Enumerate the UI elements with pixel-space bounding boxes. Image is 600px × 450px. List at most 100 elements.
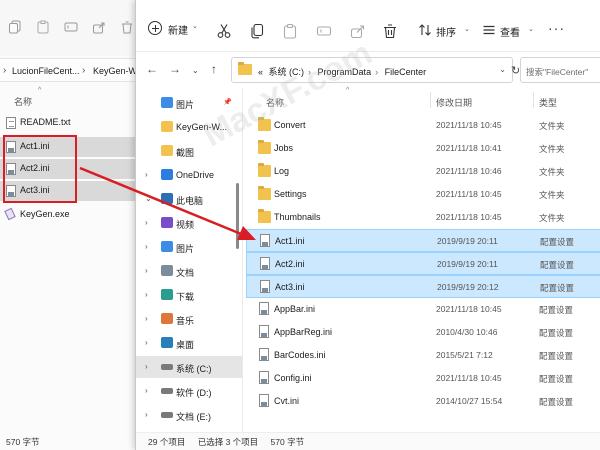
file-name: Log	[274, 166, 290, 176]
ini-file-icon	[259, 394, 269, 407]
file-name: Cvt.ini	[274, 396, 300, 406]
more-options-icon[interactable]: ···	[548, 20, 565, 36]
file-row[interactable]: BarCodes.ini 2015/5/21 7:12 配置设置	[246, 344, 600, 367]
file-modified-date: 2010/4/30 10:46	[436, 327, 498, 337]
sort-label: 排序	[436, 28, 456, 39]
column-header-name[interactable]: 名称	[14, 95, 32, 108]
file-modified-date: 2021/11/18 10:45	[436, 304, 502, 314]
back-arrow-icon[interactable]: ←	[146, 62, 158, 76]
chevron-down-icon[interactable]: ⌄	[145, 194, 152, 203]
chevron-right-icon[interactable]: ›	[145, 362, 148, 371]
file-row[interactable]: AppBarReg.ini 2010/4/30 10:46 配置设置	[246, 321, 600, 344]
file-row[interactable]: Log 2021/11/18 10:46 文件夹	[246, 160, 600, 183]
file-name: Thumbnails	[274, 212, 321, 222]
refresh-icon[interactable]: ↻	[511, 64, 520, 77]
pictures-icon	[161, 97, 173, 108]
file-row[interactable]: Act2.ini 2019/9/19 20:11 配置设置	[246, 252, 600, 275]
chevron-right-icon: ›	[82, 65, 86, 76]
nav-item[interactable]: › OneDrive	[136, 164, 242, 186]
chevron-right-icon[interactable]: ›	[145, 410, 148, 419]
nav-item[interactable]: › 图片	[136, 236, 242, 258]
nav-item[interactable]: › 桌面	[136, 332, 242, 354]
column-divider[interactable]	[533, 92, 534, 108]
chevron-right-icon[interactable]: ›	[145, 170, 148, 179]
file-name: BarCodes.ini	[274, 350, 326, 360]
file-row[interactable]: AppBar.ini 2021/11/18 10:45 配置设置	[246, 298, 600, 321]
column-header-type[interactable]: 类型	[539, 96, 557, 109]
copy-icon[interactable]	[249, 23, 265, 39]
nav-item[interactable]: › 文档 (E:)	[136, 404, 242, 426]
cloud-icon	[161, 169, 173, 180]
nav-item[interactable]: › 下载	[136, 284, 242, 306]
paste-icon[interactable]	[282, 23, 298, 39]
column-header-modified[interactable]: 修改日期	[436, 96, 472, 109]
folder-icon	[258, 186, 271, 200]
file-name: Act1.ini	[275, 236, 305, 246]
recent-chevron-icon[interactable]: ⌄	[192, 66, 199, 75]
executable-icon	[4, 207, 16, 221]
file-row[interactable]: Settings 2021/11/18 10:45 文件夹	[246, 183, 600, 206]
file-name: KeyGen.exe	[20, 209, 70, 219]
column-divider[interactable]	[430, 92, 431, 108]
search-input[interactable]: 搜索"FileCenter"	[520, 57, 600, 83]
chevron-right-icon[interactable]: ›	[145, 266, 148, 275]
cut-icon[interactable]	[216, 23, 232, 39]
file-row[interactable]: Act3.ini 2019/9/19 20:12 配置设置	[246, 275, 600, 298]
forward-arrow-icon[interactable]: →	[169, 62, 181, 76]
chevron-right-icon[interactable]: ›	[145, 314, 148, 323]
ini-file-icon	[259, 302, 269, 315]
file-type: 配置设置	[539, 328, 574, 338]
file-row[interactable]: Convert 2021/11/18 10:45 文件夹	[246, 114, 600, 137]
nav-item[interactable]: › 系统 (C:)	[136, 356, 242, 378]
file-row[interactable]: Cvt.ini 2014/10/27 15:54 配置设置	[246, 390, 600, 413]
nav-item-label: 桌面	[176, 340, 195, 350]
paste-icon[interactable]	[36, 20, 50, 34]
file-type: 文件夹	[539, 121, 565, 131]
view-icon	[482, 23, 496, 37]
chevron-right-icon[interactable]: ›	[145, 242, 148, 251]
file-name: Convert	[274, 120, 306, 130]
file-row[interactable]: Thumbnails 2021/11/18 10:45 文件夹	[246, 206, 600, 229]
folder-icon	[161, 145, 173, 156]
rename-icon[interactable]	[64, 20, 78, 34]
file-item-keygen[interactable]: KeyGen.exe	[0, 205, 149, 225]
breadcrumb-filecenter[interactable]: FileCenter	[385, 67, 427, 77]
breadcrumb-item[interactable]: LucionFileCent...	[12, 66, 80, 76]
chevron-right-icon[interactable]: ›	[145, 218, 148, 227]
ini-file-icon	[260, 257, 270, 270]
chevron-right-icon[interactable]: ›	[145, 386, 148, 395]
ini-file-icon	[259, 348, 269, 361]
nav-scrollbar[interactable]	[236, 183, 239, 249]
nav-item[interactable]: › 音乐	[136, 308, 242, 330]
nav-item[interactable]: › 软件 (D:)	[136, 380, 242, 402]
file-type: 文件夹	[539, 167, 565, 177]
chevron-right-icon[interactable]: ›	[145, 338, 148, 347]
nav-item[interactable]: › 视频	[136, 212, 242, 234]
new-button-label: 新建	[168, 26, 188, 37]
file-row[interactable]: Config.ini 2021/11/18 10:45 配置设置	[246, 367, 600, 390]
file-row[interactable]: Act1.ini 2019/9/19 20:11 配置设置	[246, 229, 600, 252]
nav-item-label: 文档	[176, 268, 195, 278]
up-arrow-icon[interactable]: ↑	[211, 62, 217, 76]
trash-icon[interactable]	[382, 23, 398, 39]
rename-icon[interactable]	[316, 23, 332, 39]
copy-icon[interactable]	[8, 20, 22, 34]
chevron-right-icon[interactable]: ›	[145, 290, 148, 299]
breadcrumb-overflow[interactable]: «	[258, 67, 263, 77]
file-type: 配置设置	[539, 305, 574, 315]
chevron-down-icon[interactable]: ⌄	[499, 65, 506, 74]
documents-icon	[161, 265, 173, 276]
back-address-bar[interactable]: › LucionFileCent... › KeyGen-W	[0, 58, 149, 82]
breadcrumb-item[interactable]: KeyGen-W	[93, 66, 137, 76]
file-modified-date: 2021/11/18 10:45	[436, 189, 502, 199]
trash-icon[interactable]	[120, 20, 134, 34]
file-type: 配置设置	[540, 260, 575, 270]
file-item-readme[interactable]: README.txt	[0, 113, 149, 133]
folder-icon	[258, 163, 271, 177]
file-type: 配置设置	[540, 283, 575, 293]
nav-item[interactable]: › 文档	[136, 260, 242, 282]
share-icon[interactable]	[92, 20, 106, 34]
nav-item[interactable]: ⌄ 此电脑	[136, 188, 242, 210]
file-modified-date: 2021/11/18 10:45	[436, 373, 502, 383]
file-row[interactable]: Jobs 2021/11/18 10:41 文件夹	[246, 137, 600, 160]
